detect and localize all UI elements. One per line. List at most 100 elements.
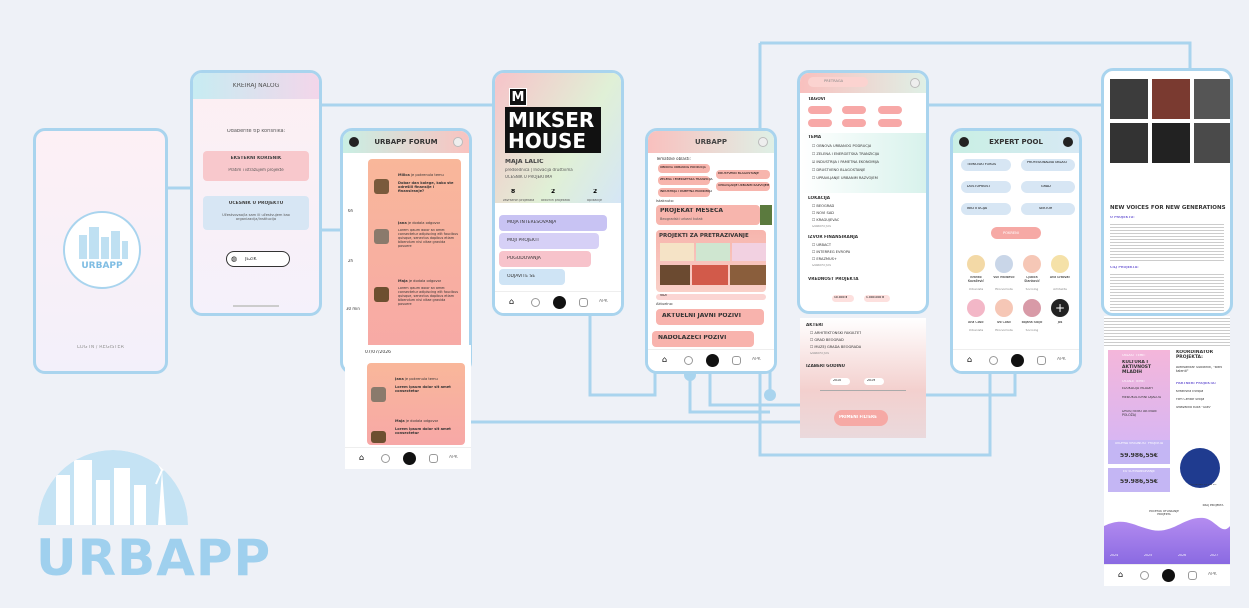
apply-filters-button[interactable]: PRIMENI FILTERE bbox=[834, 410, 888, 426]
home-icon[interactable]: ⌂ bbox=[359, 453, 364, 462]
filter-dropdown[interactable]: GRAD bbox=[1021, 181, 1075, 193]
search-icon[interactable] bbox=[553, 296, 566, 309]
map-thumbnail[interactable] bbox=[696, 243, 730, 261]
avatar[interactable] bbox=[967, 299, 985, 317]
filter-dropdown[interactable]: TEMATSKI FOKUS bbox=[961, 159, 1011, 171]
post-body: Lorem ipsum dolor sit amet consectetur bbox=[395, 385, 451, 394]
close-icon[interactable] bbox=[910, 78, 920, 88]
current-calls-button[interactable]: AKTUELNI JAVNI POZIVI bbox=[656, 309, 764, 325]
home-icon[interactable]: ⌂ bbox=[1118, 570, 1123, 579]
menu-interests[interactable]: MOJA INTERESOVANJA bbox=[499, 215, 607, 231]
actor-option[interactable]: ☐ ARHITEKTONSKI FAKULTET bbox=[810, 331, 861, 335]
home-icon[interactable]: ⌂ bbox=[509, 297, 514, 306]
participant-option[interactable]: UČESNIK U PROJEKTU Učestvovao/la sam ili… bbox=[203, 196, 309, 230]
chat-icon[interactable] bbox=[1037, 356, 1046, 365]
add-expert-icon[interactable]: + bbox=[1051, 299, 1069, 317]
location-option[interactable]: ☐ NOVI SAD bbox=[812, 211, 834, 215]
filter-dropdown[interactable]: INSTITUCIJA bbox=[961, 203, 1011, 215]
profile-icon[interactable] bbox=[684, 356, 693, 365]
apk-tab[interactable]: APK bbox=[1208, 572, 1217, 577]
funding-option[interactable]: ☐ ERAZMUS+ bbox=[812, 257, 837, 261]
home-icon[interactable]: ⌂ bbox=[967, 355, 972, 364]
theme-option[interactable]: ☐ OBNOVA URBANOG PODRUČJA bbox=[812, 144, 871, 148]
funding-option[interactable]: ☐ INTERREG EVROPA bbox=[812, 250, 850, 254]
project-photo[interactable] bbox=[730, 265, 766, 285]
search-input[interactable]: PRETRAGA bbox=[808, 77, 868, 87]
actor-option[interactable]: ☐ MUZEJ GRADA BEOGRADA bbox=[810, 345, 861, 349]
topic-chip[interactable]: DRUŠTVENO BLAGOSTANJE bbox=[716, 170, 770, 179]
filter-dropdown[interactable]: PROFESIONALNA OBLAST bbox=[1021, 159, 1075, 171]
external-user-option[interactable]: EKSTERNI KORISNIK Pratim i istražujem pr… bbox=[203, 151, 309, 181]
search-icon[interactable] bbox=[706, 354, 719, 367]
choose-more-link[interactable]: IZABERI JOŠ bbox=[812, 264, 831, 268]
tag-chip[interactable] bbox=[842, 106, 866, 114]
search-experts-button[interactable]: POKRENI bbox=[991, 227, 1041, 239]
chat-icon[interactable] bbox=[732, 356, 741, 365]
year-to[interactable]: 2019 bbox=[864, 378, 884, 385]
avatar[interactable] bbox=[1051, 255, 1069, 273]
apk-tab[interactable]: APK bbox=[599, 299, 608, 304]
filter-dropdown[interactable]: SEKTOR bbox=[1021, 203, 1075, 215]
apk-tab[interactable]: APK bbox=[449, 455, 458, 460]
location-option[interactable]: ☐ KRAGUJEVAC bbox=[812, 218, 839, 222]
profile-icon[interactable] bbox=[989, 356, 998, 365]
highlight-label: Istaknuto: bbox=[656, 199, 674, 203]
project-of-month-card[interactable]: PROJEKAT MESECA Beogradski urbani kutak bbox=[656, 205, 760, 225]
other-topic: DRUŠTVENO AKTIVAN POLOŽAJ bbox=[1122, 410, 1157, 417]
project-photo[interactable] bbox=[692, 265, 728, 285]
theme-option[interactable]: ☐ UPRAVLJANJE URBANIM RAZVOJEM bbox=[812, 176, 878, 180]
topic-chip[interactable]: INDUSTRIJA I PAMETNA EKONOMIJA bbox=[658, 188, 712, 197]
choose-more-link[interactable]: IZABERI JOŠ bbox=[810, 352, 829, 356]
apk-tab[interactable]: APK bbox=[1057, 357, 1066, 362]
topic-chip[interactable]: OBNOVA URBANOG PODRUČJA bbox=[658, 164, 710, 173]
filter-dropdown[interactable]: DOSTUPNOST bbox=[961, 181, 1011, 193]
tag-chip[interactable] bbox=[808, 106, 832, 114]
menu-my-projects[interactable]: MOJI PROJEKTI bbox=[499, 233, 599, 249]
avatar[interactable] bbox=[967, 255, 985, 273]
theme-option[interactable]: ☐ DRUŠTVENO BLAGOSTANJE bbox=[812, 168, 865, 172]
menu-favorites[interactable]: POGODOVANJA bbox=[499, 251, 591, 267]
home-icon[interactable]: ⌂ bbox=[662, 355, 667, 364]
choose-more-link[interactable]: IZABERI JOŠ bbox=[812, 225, 831, 229]
actor-option[interactable]: ☐ GRAD BEOGRAD bbox=[810, 338, 844, 342]
upcoming-calls-button[interactable]: NADOLAZEĆI POZIVI bbox=[652, 331, 754, 347]
view-button[interactable]: VIDI bbox=[656, 294, 766, 300]
value-max[interactable]: 1.000.000 € bbox=[864, 295, 890, 302]
menu-logout[interactable]: ODJAVITE SE bbox=[499, 269, 565, 285]
profile-icon[interactable] bbox=[1140, 571, 1149, 580]
tag-chip[interactable] bbox=[842, 119, 866, 127]
language-button[interactable]: ◍ JEZIK bbox=[226, 251, 290, 267]
year-from[interactable]: 2010 bbox=[830, 378, 850, 385]
avatar[interactable] bbox=[1023, 299, 1041, 317]
funding-option[interactable]: ☐ URBACT bbox=[812, 243, 831, 247]
menu-icon[interactable] bbox=[453, 137, 463, 147]
tag-chip[interactable] bbox=[878, 106, 902, 114]
filter-icon[interactable] bbox=[1063, 137, 1073, 147]
project-photo[interactable] bbox=[660, 265, 690, 285]
login-register-link[interactable]: LOG IN / REGISTER bbox=[36, 345, 165, 351]
chat-icon[interactable] bbox=[1188, 571, 1197, 580]
profile-icon[interactable] bbox=[531, 298, 540, 307]
map-thumbnail[interactable] bbox=[660, 243, 694, 261]
value-min[interactable]: 10.000 € bbox=[832, 295, 854, 302]
chat-icon[interactable] bbox=[429, 454, 438, 463]
topic-chip[interactable]: UPRAVLJANJE URBANIM RAZVOJEM bbox=[716, 182, 770, 191]
year-slider[interactable] bbox=[820, 390, 906, 391]
location-option[interactable]: ☐ BEOGRAD bbox=[812, 204, 834, 208]
search-icon[interactable] bbox=[1011, 354, 1024, 367]
tag-chip[interactable] bbox=[808, 119, 832, 127]
avatar[interactable] bbox=[995, 255, 1013, 273]
theme-option[interactable]: ☐ ZELENA I ENERGETSKA TRANZICIJA bbox=[812, 152, 879, 156]
menu-icon[interactable] bbox=[758, 137, 768, 147]
search-icon[interactable] bbox=[403, 452, 416, 465]
map-thumbnail[interactable] bbox=[732, 243, 766, 261]
avatar[interactable] bbox=[1023, 255, 1041, 273]
chat-icon[interactable] bbox=[579, 298, 588, 307]
tag-chip[interactable] bbox=[878, 119, 902, 127]
topic-chip[interactable]: ZELENA I ENERGETSKA TRANZICIJA bbox=[658, 176, 713, 185]
avatar[interactable] bbox=[995, 299, 1013, 317]
theme-option[interactable]: ☑ INDUSTRIJA I PAMETNA EKONOMIJA bbox=[812, 160, 879, 164]
apk-tab[interactable]: APK bbox=[752, 357, 761, 362]
search-icon[interactable] bbox=[1162, 569, 1175, 582]
profile-icon[interactable] bbox=[381, 454, 390, 463]
